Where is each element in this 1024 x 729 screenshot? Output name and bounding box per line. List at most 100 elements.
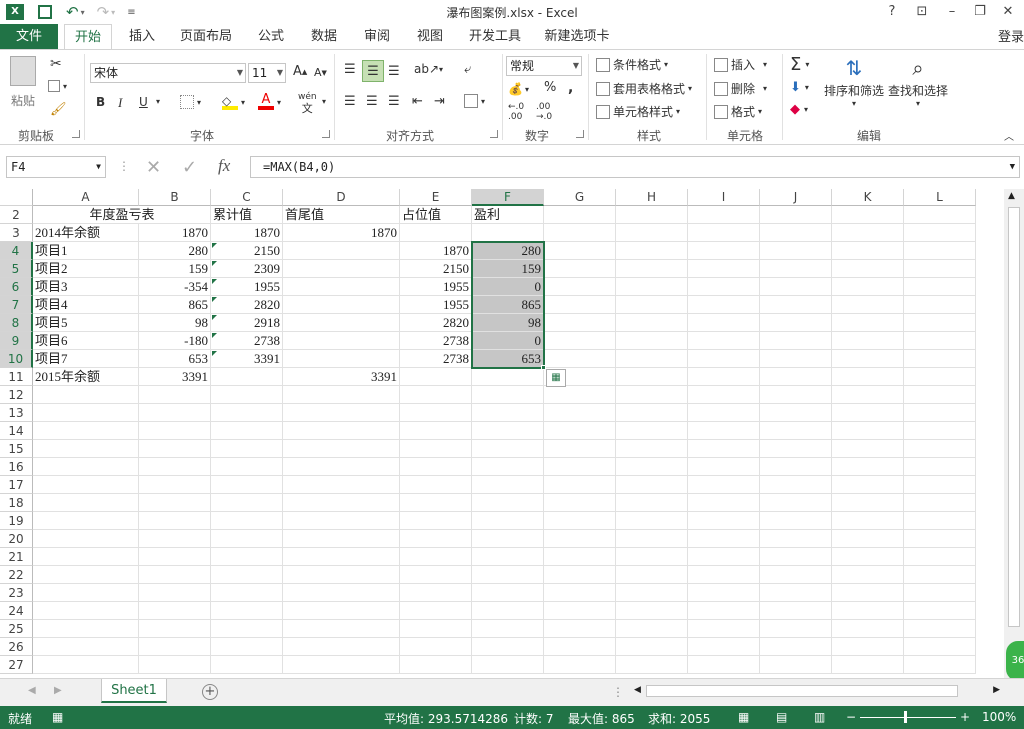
cell-j16[interactable] xyxy=(760,458,832,476)
cell-b10[interactable]: 653 xyxy=(139,350,211,368)
row-header-13[interactable]: 13 xyxy=(0,404,33,422)
tab-split-handle[interactable]: ⋮ xyxy=(612,685,624,699)
cell-e5[interactable]: 2150 xyxy=(400,260,472,278)
cell-b2[interactable] xyxy=(139,206,211,224)
cell-d12[interactable] xyxy=(283,386,400,404)
cell-a19[interactable] xyxy=(33,512,139,530)
cell-a26[interactable] xyxy=(33,638,139,656)
cell-f13[interactable] xyxy=(472,404,544,422)
cell-d13[interactable] xyxy=(283,404,400,422)
cell-h12[interactable] xyxy=(616,386,688,404)
vertical-scroll-thumb[interactable] xyxy=(1008,207,1020,627)
row-header-27[interactable]: 27 xyxy=(0,656,33,674)
cell-h25[interactable] xyxy=(616,620,688,638)
cell-i16[interactable] xyxy=(688,458,760,476)
cell-f7[interactable]: 865 xyxy=(472,296,544,314)
cell-i17[interactable] xyxy=(688,476,760,494)
cell-g24[interactable] xyxy=(544,602,616,620)
cell-g8[interactable] xyxy=(544,314,616,332)
scroll-right-icon[interactable]: ▶ xyxy=(993,685,1000,695)
cell-f24[interactable] xyxy=(472,602,544,620)
restore-icon[interactable]: ❐ xyxy=(968,2,992,22)
cell-j11[interactable] xyxy=(760,368,832,386)
cell-h21[interactable] xyxy=(616,548,688,566)
cell-l26[interactable] xyxy=(904,638,976,656)
cell-a10[interactable]: 项目7 xyxy=(33,350,139,368)
insert-cells-button[interactable]: 插入 ▾ xyxy=(714,56,767,73)
cell-a9[interactable]: 项目6 xyxy=(33,332,139,350)
cell-b17[interactable] xyxy=(139,476,211,494)
sheet-tab-sheet1[interactable]: Sheet1 xyxy=(101,679,167,703)
zoom-out-icon[interactable]: − xyxy=(846,710,856,724)
cell-f4[interactable]: 280 xyxy=(472,242,544,260)
cell-e22[interactable] xyxy=(400,566,472,584)
cell-g18[interactable] xyxy=(544,494,616,512)
zoom-level[interactable]: 100% xyxy=(982,710,1016,724)
cell-e2[interactable]: 占位值 xyxy=(400,206,472,224)
tab-insert[interactable]: 插入 xyxy=(122,24,162,49)
row-header-17[interactable]: 17 xyxy=(0,476,33,494)
cell-g23[interactable] xyxy=(544,584,616,602)
cell-d20[interactable] xyxy=(283,530,400,548)
column-header-d[interactable]: D xyxy=(283,189,400,206)
cell-a24[interactable] xyxy=(33,602,139,620)
underline-button[interactable]: U xyxy=(139,95,148,109)
tab-data[interactable]: 数据 xyxy=(304,24,344,49)
column-header-k[interactable]: K xyxy=(832,189,904,206)
cell-f25[interactable] xyxy=(472,620,544,638)
cell-b27[interactable] xyxy=(139,656,211,674)
cell-b5[interactable]: 159 xyxy=(139,260,211,278)
column-header-g[interactable]: G xyxy=(544,189,616,206)
cell-h22[interactable] xyxy=(616,566,688,584)
cell-j17[interactable] xyxy=(760,476,832,494)
find-select-button[interactable]: ⌕ 查找和选择 ▾ xyxy=(888,56,948,108)
cell-d6[interactable] xyxy=(283,278,400,296)
cell-k15[interactable] xyxy=(832,440,904,458)
cell-c13[interactable] xyxy=(211,404,283,422)
error-indicator-icon[interactable] xyxy=(212,333,217,338)
cell-f18[interactable] xyxy=(472,494,544,512)
cell-styles-button[interactable]: 单元格样式 ▾ xyxy=(596,103,680,120)
cell-l7[interactable] xyxy=(904,296,976,314)
row-header-15[interactable]: 15 xyxy=(0,440,33,458)
tab-file[interactable]: 文件 xyxy=(0,24,58,49)
column-header-c[interactable]: C xyxy=(211,189,283,206)
column-header-j[interactable]: J xyxy=(760,189,832,206)
row-header-3[interactable]: 3 xyxy=(0,224,33,242)
cell-l5[interactable] xyxy=(904,260,976,278)
phonetic-dropdown-icon[interactable]: ▾ xyxy=(322,97,326,106)
cell-i12[interactable] xyxy=(688,386,760,404)
cell-b16[interactable] xyxy=(139,458,211,476)
cell-k23[interactable] xyxy=(832,584,904,602)
cell-k7[interactable] xyxy=(832,296,904,314)
cell-b19[interactable] xyxy=(139,512,211,530)
cell-b13[interactable] xyxy=(139,404,211,422)
cell-i15[interactable] xyxy=(688,440,760,458)
font-launcher-icon[interactable] xyxy=(322,130,330,138)
decrease-decimal-button[interactable]: .00 →.0 xyxy=(536,102,562,122)
cell-e16[interactable] xyxy=(400,458,472,476)
cell-h27[interactable] xyxy=(616,656,688,674)
collapse-ribbon-icon[interactable]: ︿ xyxy=(1004,128,1014,143)
cell-j20[interactable] xyxy=(760,530,832,548)
align-center-icon[interactable]: ☰ xyxy=(366,94,378,109)
row-header-18[interactable]: 18 xyxy=(0,494,33,512)
cell-k19[interactable] xyxy=(832,512,904,530)
horizontal-scrollbar[interactable]: ◀ ▶ xyxy=(632,684,1004,699)
cell-g19[interactable] xyxy=(544,512,616,530)
cell-g13[interactable] xyxy=(544,404,616,422)
cell-i7[interactable] xyxy=(688,296,760,314)
cancel-icon[interactable]: ✕ xyxy=(146,157,161,178)
cell-k27[interactable] xyxy=(832,656,904,674)
cell-g12[interactable] xyxy=(544,386,616,404)
row-header-14[interactable]: 14 xyxy=(0,422,33,440)
normal-view-icon[interactable]: ▦ xyxy=(738,710,749,724)
cell-j25[interactable] xyxy=(760,620,832,638)
cell-g27[interactable] xyxy=(544,656,616,674)
cell-f8[interactable]: 98 xyxy=(472,314,544,332)
increase-indent-icon[interactable]: ⇥ xyxy=(434,94,445,109)
cell-k10[interactable] xyxy=(832,350,904,368)
cell-b25[interactable] xyxy=(139,620,211,638)
select-all-corner[interactable] xyxy=(0,189,33,206)
format-painter-icon[interactable]: 🖌 xyxy=(50,102,67,117)
